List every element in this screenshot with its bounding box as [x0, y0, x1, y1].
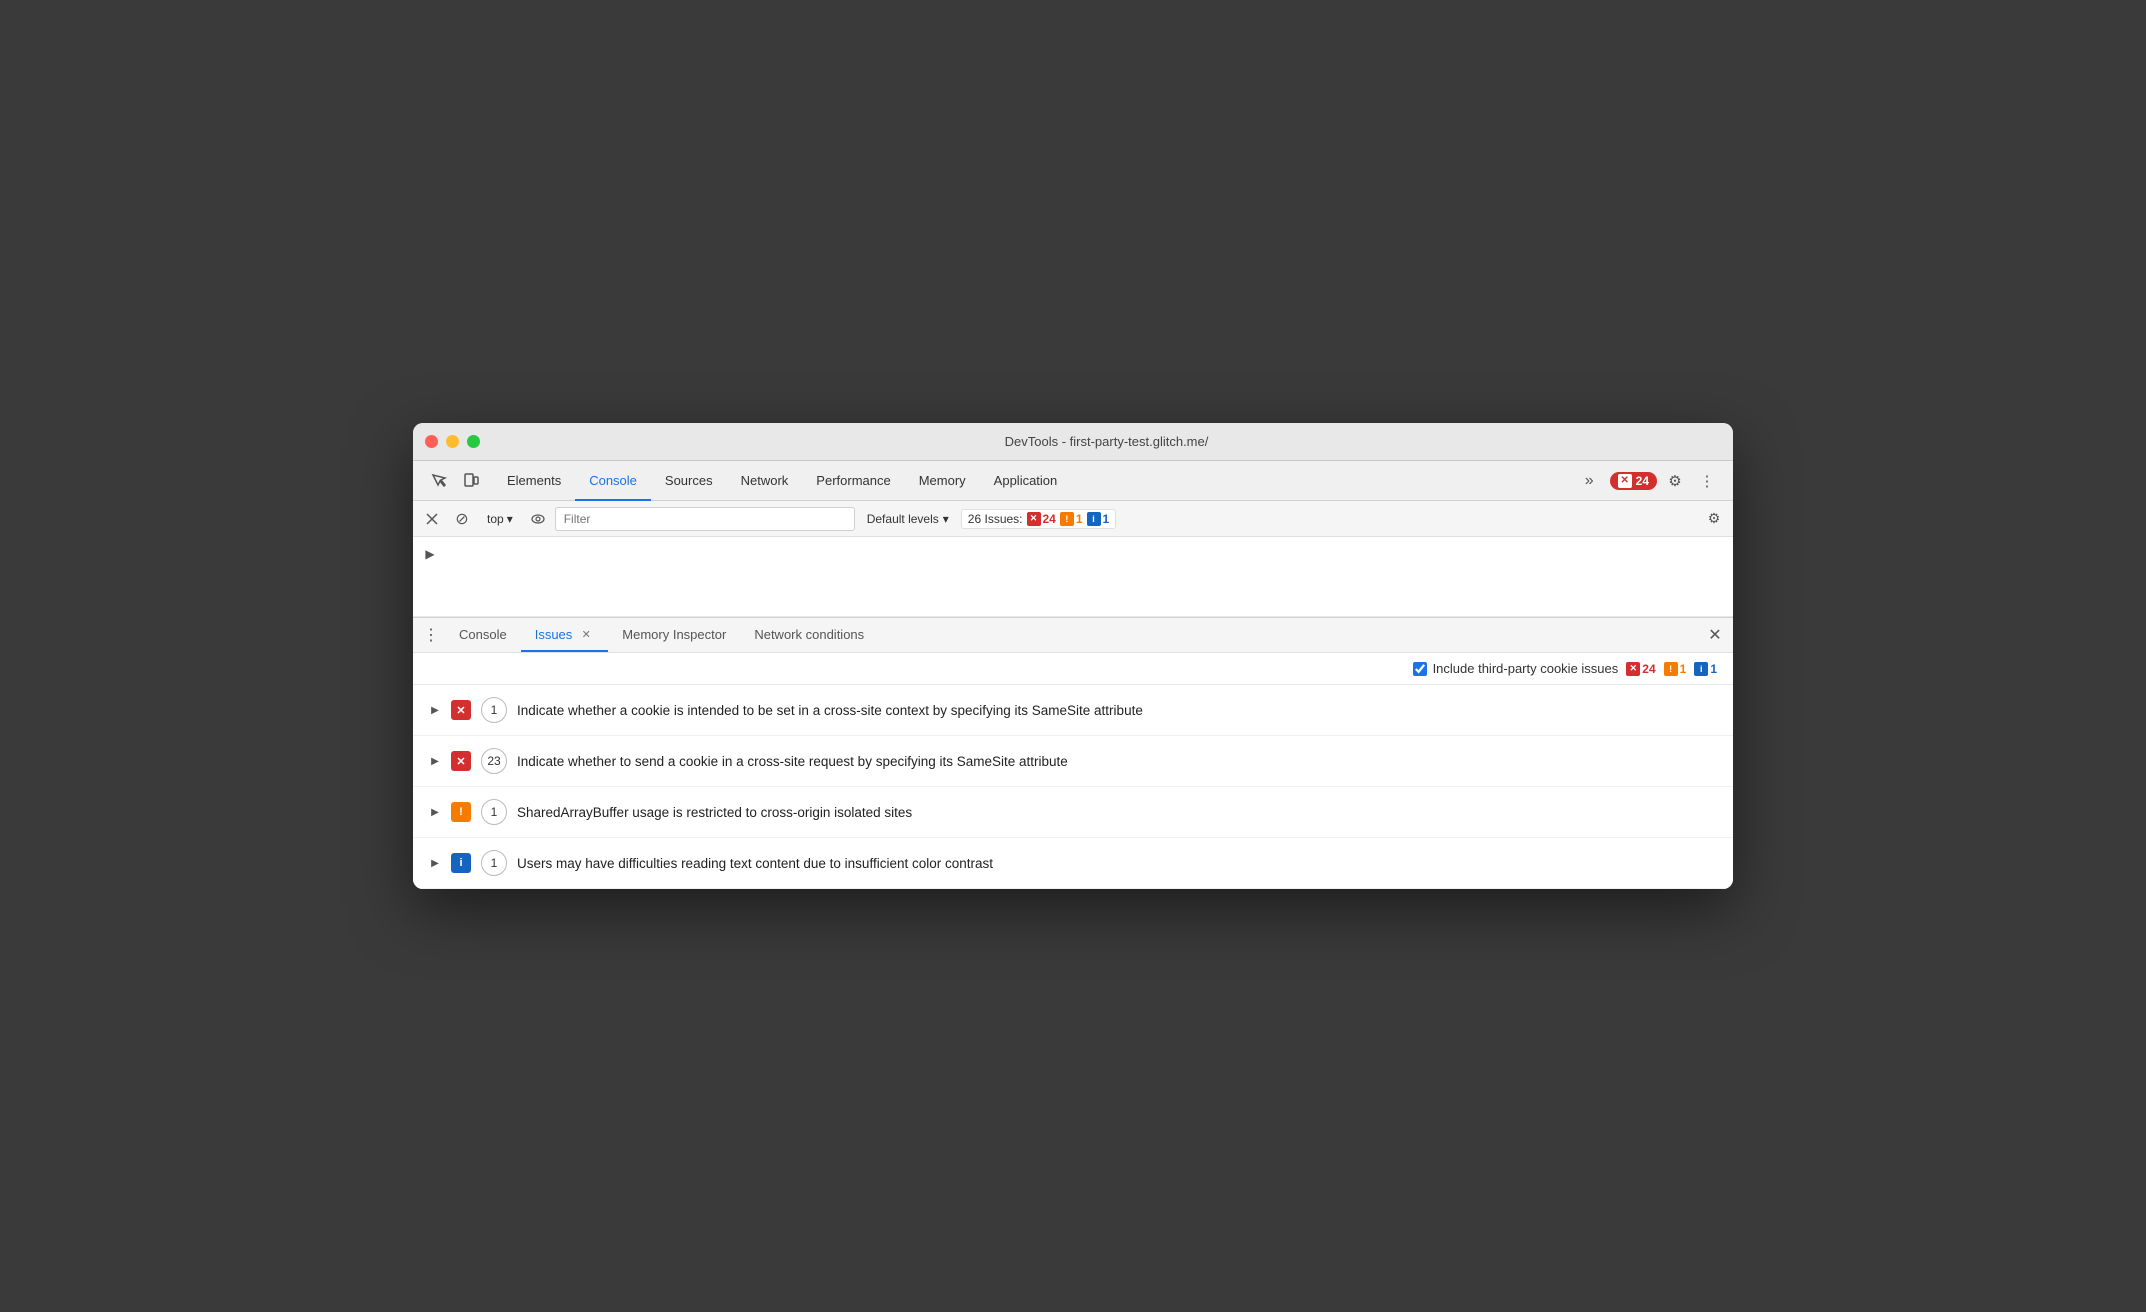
issue-count-bubble: 1: [481, 799, 507, 825]
issue-type-badge-error: ✕: [451, 751, 471, 771]
issue-expand-icon[interactable]: ▶: [429, 704, 441, 716]
tab-sources[interactable]: Sources: [651, 461, 727, 501]
issues-toolbar: Include third-party cookie issues ✕ 24 !…: [413, 653, 1733, 685]
bottom-panel: ⋮ Console Issues ✕ Memory Inspector Netw…: [413, 617, 1733, 889]
context-selector[interactable]: top ▾: [479, 510, 521, 528]
bottom-tab-memory-inspector[interactable]: Memory Inspector: [608, 618, 740, 652]
tab-right-icons: ✕ 24 ⚙ ⋮: [1602, 461, 1729, 500]
issue-text: Users may have difficulties reading text…: [517, 856, 1717, 871]
bottom-tab-network-conditions[interactable]: Network conditions: [740, 618, 878, 652]
console-content: ▶: [413, 537, 1733, 617]
console-settings-gear[interactable]: ⚙: [1701, 506, 1727, 532]
error-badge-icon: ✕: [1618, 474, 1632, 488]
close-panel-button[interactable]: ✕: [1701, 618, 1729, 652]
issue-type-badge-info: i: [451, 853, 471, 873]
tab-spacer: [1071, 461, 1576, 500]
tab-performance[interactable]: Performance: [802, 461, 904, 501]
issues-warning-icon: !: [1664, 662, 1678, 676]
chevron-down-icon: ▾: [507, 512, 513, 526]
issues-tab-close[interactable]: ✕: [578, 626, 594, 642]
maximize-button[interactable]: [467, 435, 480, 448]
issue-row[interactable]: ▶ i 1 Users may have difficulties readin…: [413, 838, 1733, 889]
filter-input[interactable]: [555, 507, 855, 531]
info-badge: i 1: [1087, 512, 1110, 526]
issues-error-icon: ✕: [1626, 662, 1640, 676]
issue-type-badge-error: ✕: [451, 700, 471, 720]
issue-text: Indicate whether a cookie is intended to…: [517, 703, 1717, 718]
issue-count-bubble: 23: [481, 748, 507, 774]
inspector-icon[interactable]: [425, 467, 453, 495]
issue-expand-icon[interactable]: ▶: [429, 857, 441, 869]
clear-console-button[interactable]: [419, 506, 445, 532]
tab-memory[interactable]: Memory: [905, 461, 980, 501]
issues-badge-group: ✕ 24 ! 1 i 1: [1626, 662, 1717, 676]
default-levels-button[interactable]: Default levels ▾: [859, 510, 957, 528]
bottom-tab-console[interactable]: Console: [445, 618, 521, 652]
eye-icon[interactable]: [525, 506, 551, 532]
close-button[interactable]: [425, 435, 438, 448]
info-icon: i: [1087, 512, 1101, 526]
bottom-tab-issues[interactable]: Issues ✕: [521, 618, 609, 652]
chevron-down-icon: ▾: [943, 512, 949, 526]
issues-warning-badge: ! 1: [1664, 662, 1687, 676]
issue-expand-icon[interactable]: ▶: [429, 755, 441, 767]
bottom-tabs-menu[interactable]: ⋮: [417, 618, 445, 652]
third-party-checkbox[interactable]: [1413, 662, 1427, 676]
issue-expand-icon[interactable]: ▶: [429, 806, 441, 818]
console-expand-chevron[interactable]: ▶: [421, 545, 439, 563]
window-title: DevTools - first-party-test.glitch.me/: [492, 434, 1721, 449]
console-toolbar: ⊘ top ▾ Default levels ▾ 26 Issues: ✕ 24…: [413, 501, 1733, 537]
tab-application[interactable]: Application: [980, 461, 1072, 501]
issue-row[interactable]: ▶ ✕ 1 Indicate whether a cookie is inten…: [413, 685, 1733, 736]
error-icon: ✕: [1027, 512, 1041, 526]
warning-badge: ! 1: [1060, 512, 1083, 526]
third-party-checkbox-label[interactable]: Include third-party cookie issues: [1413, 661, 1619, 676]
titlebar: DevTools - first-party-test.glitch.me/: [413, 423, 1733, 461]
tab-console[interactable]: Console: [575, 461, 651, 501]
issue-type-badge-warning: !: [451, 802, 471, 822]
warning-icon: !: [1060, 512, 1074, 526]
issues-list: ▶ ✕ 1 Indicate whether a cookie is inten…: [413, 685, 1733, 889]
tab-elements[interactable]: Elements: [493, 461, 575, 501]
more-tabs-button[interactable]: »: [1577, 461, 1602, 500]
issue-text: Indicate whether to send a cookie in a c…: [517, 754, 1717, 769]
bottom-tab-spacer: [878, 618, 1701, 652]
issues-info-badge: i 1: [1694, 662, 1717, 676]
devtools-window: DevTools - first-party-test.glitch.me/ E…: [413, 423, 1733, 889]
settings-icon[interactable]: ⚙: [1661, 467, 1689, 495]
issue-row[interactable]: ▶ ! 1 SharedArrayBuffer usage is restric…: [413, 787, 1733, 838]
issues-badge-container[interactable]: 26 Issues: ✕ 24 ! 1 i 1: [961, 509, 1116, 529]
traffic-lights: [425, 435, 480, 448]
block-icon[interactable]: ⊘: [449, 506, 475, 532]
minimize-button[interactable]: [446, 435, 459, 448]
issue-text: SharedArrayBuffer usage is restricted to…: [517, 805, 1717, 820]
error-count-badge[interactable]: ✕ 24: [1610, 472, 1657, 490]
tab-network[interactable]: Network: [727, 461, 803, 501]
tab-left-icons: [417, 461, 493, 500]
more-options-icon[interactable]: ⋮: [1693, 467, 1721, 495]
bottom-tabs-bar: ⋮ Console Issues ✕ Memory Inspector Netw…: [413, 617, 1733, 653]
device-toolbar-icon[interactable]: [457, 467, 485, 495]
issue-count-bubble: 1: [481, 697, 507, 723]
issues-info-icon: i: [1694, 662, 1708, 676]
issue-count-bubble: 1: [481, 850, 507, 876]
devtools-main-tabbar: Elements Console Sources Network Perform…: [413, 461, 1733, 501]
issues-error-badge: ✕ 24: [1626, 662, 1655, 676]
issue-row[interactable]: ▶ ✕ 23 Indicate whether to send a cookie…: [413, 736, 1733, 787]
error-badge: ✕ 24: [1027, 512, 1056, 526]
